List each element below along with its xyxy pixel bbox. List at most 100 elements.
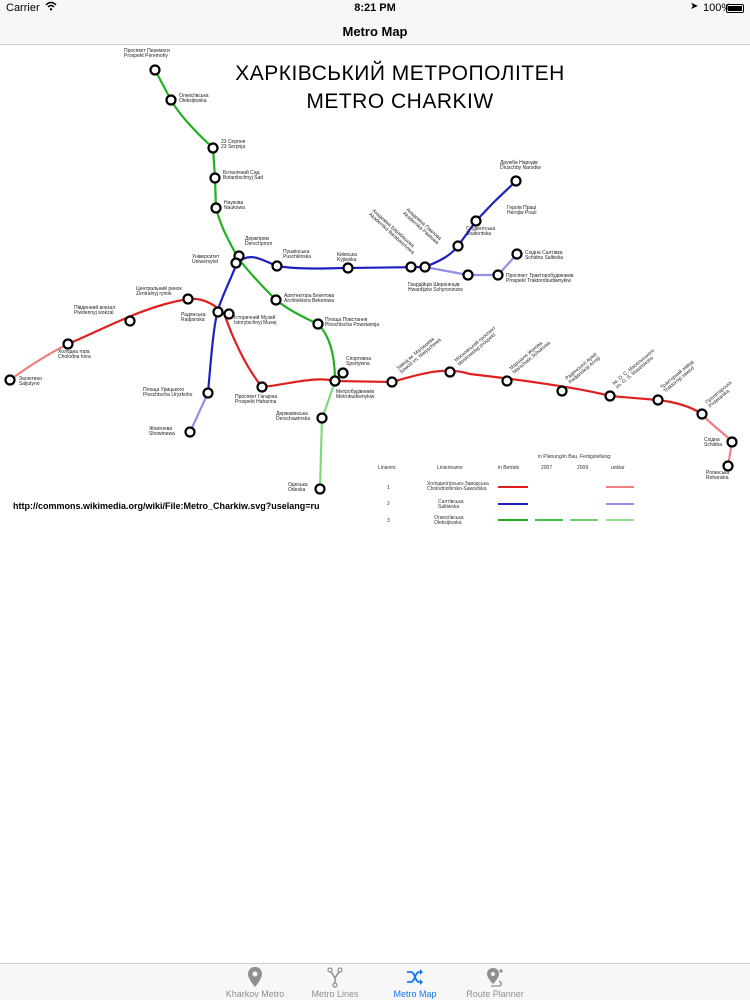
station-botsad <box>209 172 221 184</box>
station-tsentralnyi-rynok <box>182 293 194 305</box>
label-traktornyi-zavod: Тракторний заводTraktornyj sawod <box>659 359 698 395</box>
station-proletarska <box>696 408 708 420</box>
map-title-ukrainian: ХАРКІВСЬКИЙ МЕТРОПОЛІТЕН <box>235 62 565 85</box>
label-moskovskyi: Московський проспектMoskowskyj prospekt <box>453 324 501 367</box>
line3-planned <box>318 380 337 490</box>
legend-row2-name: Салтівська Saltiwska <box>438 499 464 510</box>
line2-planned-south <box>189 392 209 433</box>
station-traktornyi-zavod <box>652 394 664 406</box>
station-metrobudivnykiv <box>329 375 341 387</box>
battery-icon <box>726 4 744 13</box>
station-haharina <box>256 381 268 393</box>
map-pin-icon <box>245 966 265 988</box>
station-pavlova <box>419 261 431 273</box>
station-kholodna-hora <box>62 338 74 350</box>
label-druzhby-narodiv: Дружби Народів Druschby Narodiw <box>500 160 541 171</box>
station-skhidna-saltivka <box>511 248 523 260</box>
label-tsentralnyi-rynok: Центральний ринок Zentralnyj rynok <box>136 285 182 297</box>
station-malysheva <box>386 376 398 388</box>
station-peremohy <box>149 64 161 76</box>
line3-segment <box>154 69 337 382</box>
station-druzhby-narodiv <box>510 175 522 187</box>
label-pushkinska: Пушкінська Puschkinska <box>283 249 311 260</box>
legend-col-unklar: unklar <box>611 465 625 471</box>
label-malysheva: Завод ім. МалишеваSawod im. Malyschewa <box>395 333 442 375</box>
station-traktorobud <box>492 269 504 281</box>
label-radianska: Радянська Radjanska <box>181 312 206 323</box>
legend-col-2007: 2007 <box>541 465 552 471</box>
station-zalyutyno <box>4 374 16 386</box>
metro-map-graphic: Проспект Перемоги Prospekt Peremohy Олекс… <box>4 48 738 526</box>
label-universytet: Університет Uniwersytet <box>192 254 220 265</box>
station-maselskoho <box>604 390 616 402</box>
route-pin-icon <box>485 966 505 988</box>
map-legend: in Planung/in Bau, Fertigstellung: Linie… <box>378 454 634 526</box>
label-marshala-zhukova: Маршала ЖуковаMarschala Schukowa <box>508 336 552 375</box>
legend-row1-name: Холодногірсько-Заводська Cholodnohirsko-S… <box>427 481 489 492</box>
tab-route-planner[interactable]: Route Planner <box>445 964 545 1001</box>
legend-row1-nr: 1 <box>387 485 390 491</box>
station-universytet <box>230 257 242 269</box>
station-heroiv-pratsi <box>470 215 482 227</box>
label-odeska: Одеська Odeska <box>288 482 308 493</box>
station-odeska <box>314 483 326 495</box>
station-skhidna <box>726 436 738 448</box>
label-metrobudivnykiv: Метробудівників Metrobudiwnykiw <box>336 389 375 400</box>
tab-label: Route Planner <box>466 989 524 999</box>
status-bar: Carrier 8:21 PM ➤ 100% <box>0 0 750 18</box>
station-urytskoho <box>202 387 214 399</box>
station-radianska <box>212 306 224 318</box>
label-urytskoho: Площа Урицького Ploschtscha Uryzkoho <box>143 387 193 398</box>
label-proletarska: ПролетарськаProletarska <box>704 380 736 409</box>
label-zalyutyno: Залютино Saljutyno <box>19 376 42 387</box>
station-oleksiivska <box>165 94 177 106</box>
label-shyronintsiv: Гвардійців Широнінців Hwardijziw Schyroni… <box>408 281 463 293</box>
status-time: 8:21 PM <box>354 2 396 14</box>
station-marshala-zhukova <box>501 375 513 387</box>
label-haharina: Проспект Гагаріна Prospekt Haharina <box>235 394 277 405</box>
legend-row2-nr: 2 <box>387 501 390 507</box>
station-studentska <box>452 240 464 252</box>
station-istorychnyi <box>223 308 235 320</box>
station-moskovskyi <box>444 366 456 378</box>
station-serpnia <box>207 142 219 154</box>
label-derzhprom: Держпром Derschprom <box>245 236 272 247</box>
metro-map[interactable]: Проспект Перемоги Prospekt Peremohy Олекс… <box>0 46 750 526</box>
station-zhovtneva <box>184 426 196 438</box>
navigation-bar: Metro Map <box>0 18 750 45</box>
station-derzhavinska <box>316 412 328 424</box>
legend-header-plan: in Planung/in Bau, Fertigstellung: <box>538 454 611 460</box>
tab-bar: Kharkov Metro Metro Lines Metro Map Rout… <box>0 963 750 1000</box>
legend-row3-name: Олексіївська Oleksijiwska <box>434 515 464 526</box>
lines-graph-icon <box>325 966 345 988</box>
label-traktorobud: Проспект Тракторобудівників Prospekt Trak… <box>506 273 574 284</box>
label-serpnia: 23 Серпня 23 Serpnja <box>221 139 246 150</box>
station-naukova <box>210 202 222 214</box>
line2-segment <box>206 262 239 394</box>
station-povstannia <box>312 318 324 330</box>
station-barabashova <box>405 261 417 273</box>
shuffle-icon <box>405 966 425 988</box>
station-shyronintsiv <box>462 269 474 281</box>
station-radianskoi-armii <box>556 385 568 397</box>
label-botsad: Ботанічний Сад Botanitschnyj Sad <box>223 169 263 181</box>
label-kyivska: Київська Kyjiwska <box>337 252 357 263</box>
label-sportyvna: Спортивна Sportywna <box>346 356 371 367</box>
station-sportyvna <box>337 367 349 379</box>
label-skhidna: Східна Schidna <box>704 437 722 448</box>
station-pivdennyi <box>124 315 136 327</box>
label-arkhitektora: Архітектора Бекетова Architektora Beketow… <box>284 293 334 304</box>
legend-row3-nr: 3 <box>387 518 390 524</box>
label-heroiv-pratsi: Героїв Праці Herojiw Prazi <box>507 205 536 216</box>
label-maselskoho: Ім. О. С. Масельськогоim. O. S. Maselsko… <box>611 348 659 391</box>
label-kholodna-hora: Холодна гора Cholodna hora <box>58 349 91 360</box>
label-derzhavinska: Державінська Derschawinska <box>276 411 310 422</box>
label-rohanska: Роганська Rohanska <box>706 470 730 481</box>
label-zhovtneva: Жовтнева Showtnewa <box>149 426 175 437</box>
legend-col-betrieb: in Betrieb <box>498 465 519 471</box>
location-arrow-icon: ➤ <box>690 1 699 12</box>
source-url: http://commons.wikimedia.org/wiki/File:M… <box>13 501 320 511</box>
label-studentska: Студентська Studentska <box>466 226 495 237</box>
legend-col-nr: Liniennr. <box>378 465 397 471</box>
page-title: Metro Map <box>342 24 408 39</box>
